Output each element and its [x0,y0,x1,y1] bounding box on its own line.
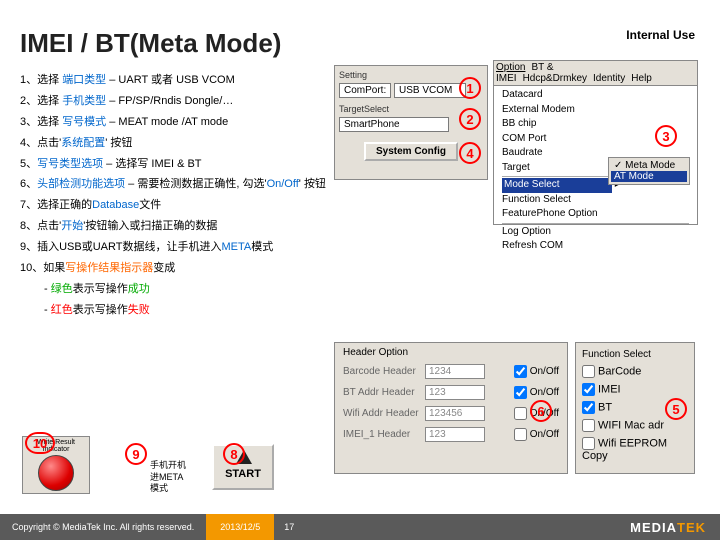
menu-item[interactable]: Refresh COM [502,239,689,254]
func-imei[interactable]: IMEI [582,383,688,396]
imei1-header-label: IMEI_1 Header [343,429,425,440]
menu-help[interactable]: Help [631,73,652,84]
page-number: 17 [274,522,304,532]
badge-9: 9 [125,443,147,465]
func-wifi-eeprom[interactable]: Wifi EEPROM Copy [582,437,688,462]
badge-3: 3 [655,125,677,147]
barcode-onoff[interactable]: On/Off [514,365,559,378]
footer: Copyright © MediaTek Inc. All rights res… [0,514,720,540]
menu-item[interactable]: Datacard [502,88,689,103]
setting-title: Setting [339,70,483,80]
wifi-header-input[interactable]: 123456 [425,406,485,421]
badge-8: 8 [223,443,245,465]
mode-submenu: ✓ Meta Mode AT Mode [608,157,690,185]
indicator-light-icon [38,455,74,491]
function-select-title: Function Select [582,349,688,360]
menu-item[interactable]: Function Select [502,193,689,208]
imei1-header-input[interactable]: 123 [425,427,485,442]
header-option-title: Header Option [343,347,559,358]
internal-use-label: Internal Use [626,28,695,42]
bt-header-input[interactable]: 123 [425,385,485,400]
badge-4: 4 [459,142,481,164]
bt-onoff[interactable]: On/Off [514,386,559,399]
copyright: Copyright © MediaTek Inc. All rights res… [0,522,206,532]
submenu-at-mode[interactable]: AT Mode [611,171,687,182]
func-wifi-mac[interactable]: WIFI Mac adr [582,419,688,432]
system-config-button[interactable]: System Config [364,142,458,161]
comport-label: ComPort: [339,83,391,98]
menu-item-mode-select[interactable]: Mode Select [502,178,612,193]
steps-list: 1、选择 端口类型 – UART 或者 USB VCOM 2、选择 手机类型 –… [20,70,340,321]
submenu-meta-mode[interactable]: ✓ Meta Mode [611,160,687,171]
comport-select[interactable]: USB VCOM [394,83,466,98]
badge-6: 6 [530,400,552,422]
menu-item[interactable]: Log Option [502,225,689,240]
menu-item[interactable]: FeaturePhone Option [502,207,689,222]
menubar[interactable]: OptionBT & IMEIHdcp&DrmkeyIdentityHelp [494,61,697,86]
imei1-onoff[interactable]: On/Off [514,428,559,441]
badge-1: 1 [459,77,481,99]
note-meta-mode: 手机开机 进META 模式 [150,460,186,495]
menu-option[interactable]: Option [496,62,525,73]
page-title: IMEI / BT(Meta Mode) [20,28,281,59]
badge-10: 10 [25,432,55,454]
target-select[interactable]: SmartPhone [339,117,449,132]
wifi-header-label: Wifi Addr Header [343,408,425,419]
badge-2: 2 [459,108,481,130]
footer-date: 2013/12/5 [206,514,274,540]
menu-identity[interactable]: Identity [593,73,625,84]
menu-item[interactable]: External Modem [502,103,689,118]
menu-hdcp[interactable]: Hdcp&Drmkey [523,73,587,84]
mediatek-logo: MEDIATEK [630,520,706,535]
barcode-header-label: Barcode Header [343,366,425,377]
bt-header-label: BT Addr Header [343,387,425,398]
badge-5: 5 [665,398,687,420]
barcode-header-input[interactable]: 1234 [425,364,485,379]
func-barcode[interactable]: BarCode [582,365,688,378]
